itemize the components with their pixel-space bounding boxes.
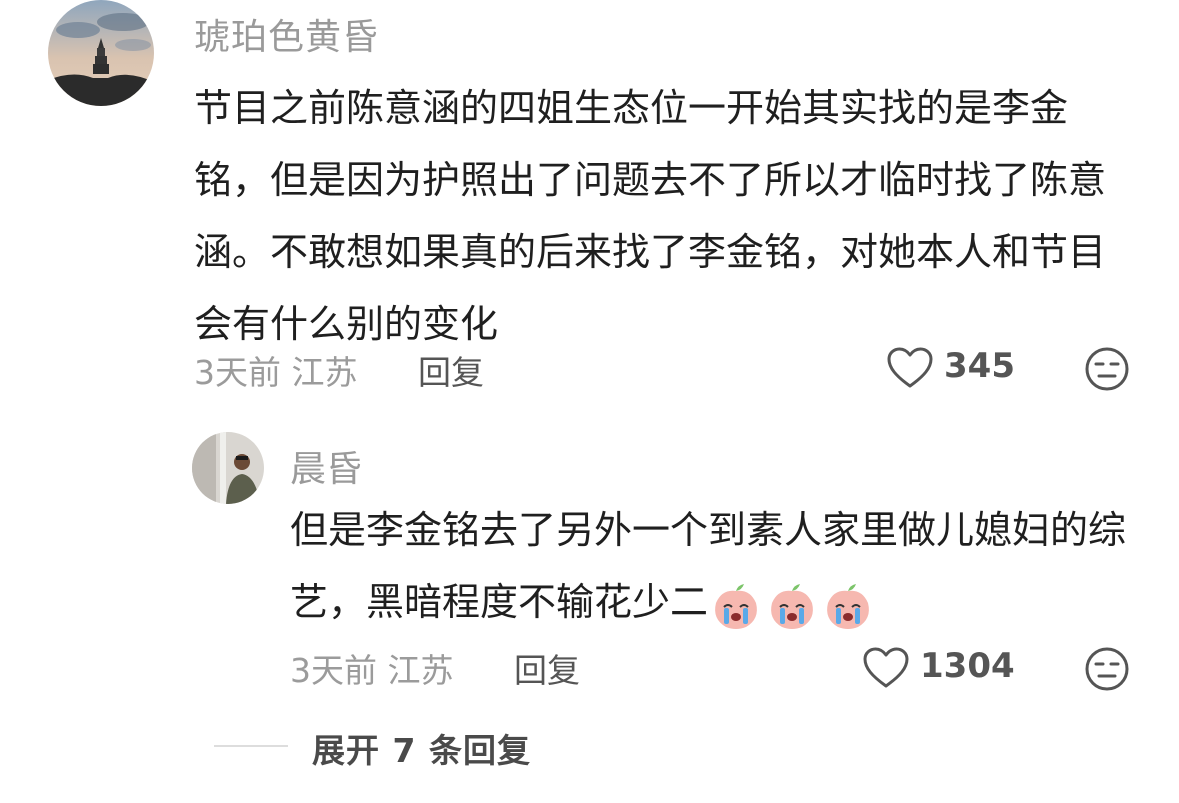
reply-username[interactable]: 晨昏 [290, 440, 362, 492]
expand-replies-button[interactable]: 展开 7 条回复 [312, 724, 531, 772]
crying-peach-emoji [766, 581, 818, 633]
reply-avatar[interactable] [192, 432, 264, 504]
heart-outline-icon[interactable] [886, 346, 934, 390]
reply-button[interactable]: 回复 [418, 346, 484, 394]
like-count: 345 [944, 346, 1015, 386]
emoji-row [710, 569, 878, 641]
crying-peach-emoji [822, 581, 874, 633]
reply-reply-button[interactable]: 回复 [514, 644, 580, 692]
comment-meta: 3天前 江苏 [194, 353, 358, 392]
meh-face-icon[interactable] [1084, 346, 1130, 392]
meh-face-icon[interactable] [1084, 646, 1130, 692]
comment-username[interactable]: 琥珀色黄昏 [194, 8, 379, 60]
reply-text-content: 但是李金铭去了另外一个到素人家里做儿媳妇的综艺，黑暗程度不输花少二 [290, 508, 1127, 624]
crying-peach-emoji [710, 581, 762, 633]
reply-like-count: 1304 [920, 646, 1015, 686]
heart-outline-icon[interactable] [862, 646, 910, 690]
reply-meta: 3天前 江苏 [290, 651, 454, 690]
reply-text: 但是李金铭去了另外一个到素人家里做儿媳妇的综艺，黑暗程度不输花少二 [290, 494, 1140, 641]
divider-line [214, 745, 288, 747]
comment-text: 节目之前陈意涵的四姐生态位一开始其实找的是李金铭，但是因为护照出了问题去不了所以… [194, 86, 1107, 346]
avatar[interactable] [48, 0, 154, 106]
